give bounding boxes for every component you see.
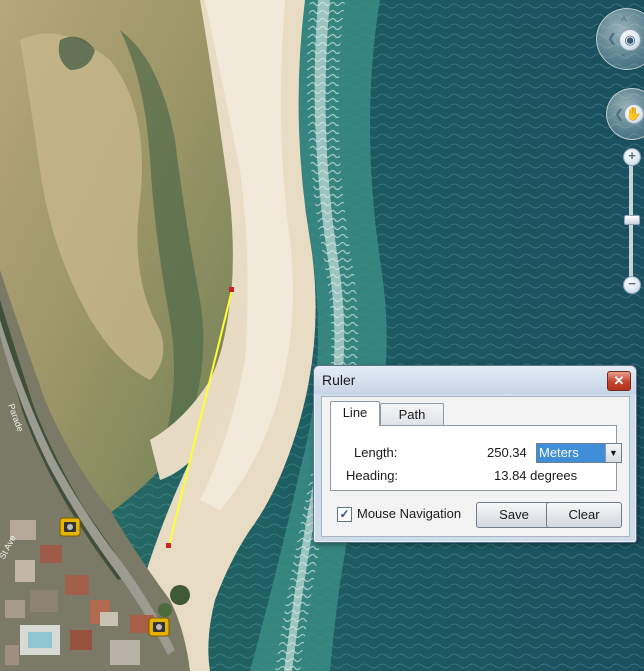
- length-unit-select[interactable]: Meters ▼: [536, 443, 622, 463]
- heading-value: 13.84 degrees: [494, 468, 578, 483]
- close-icon[interactable]: ✕: [607, 371, 631, 391]
- zoom-out-button[interactable]: −: [623, 276, 641, 294]
- zoom-thumb[interactable]: [624, 215, 640, 225]
- zoom-slider[interactable]: + −: [622, 148, 641, 296]
- ruler-title: Ruler: [322, 372, 356, 388]
- photo-marker-camera-icon[interactable]: [59, 517, 81, 537]
- look-left-arrow-icon[interactable]: ❮: [607, 32, 617, 44]
- eye-icon[interactable]: ◉: [619, 29, 641, 51]
- length-value: 250.34: [487, 445, 527, 460]
- clear-button[interactable]: Clear: [546, 502, 622, 528]
- measure-start-point: [229, 287, 234, 292]
- look-up-arrow-icon[interactable]: ^: [621, 15, 627, 27]
- ruler-titlebar[interactable]: Ruler ✕: [314, 366, 636, 394]
- satellite-map[interactable]: Parade St Ave: [0, 0, 644, 671]
- measure-end-point: [166, 543, 171, 548]
- mouse-navigation-label[interactable]: Mouse Navigation: [357, 506, 461, 521]
- ruler-body: Line Path Length: 250.34 Meters ▼ Headin…: [321, 396, 630, 537]
- look-down-arrow-icon[interactable]: ˇ: [621, 53, 625, 65]
- zoom-in-button[interactable]: +: [623, 148, 641, 166]
- tab-path[interactable]: Path: [380, 403, 444, 426]
- length-unit-value: Meters: [537, 444, 606, 462]
- line-tab-panel: Length: 250.34 Meters ▼ Heading: 13.84 d…: [330, 425, 622, 491]
- save-button[interactable]: Save: [476, 502, 552, 528]
- chevron-down-icon[interactable]: ▼: [605, 444, 621, 462]
- hand-icon[interactable]: ✋: [624, 104, 644, 124]
- heading-label: Heading:: [346, 468, 399, 483]
- photo-marker-camera-icon[interactable]: [148, 617, 170, 637]
- move-left-arrow-icon[interactable]: ❮: [614, 108, 624, 120]
- tab-line[interactable]: Line: [330, 401, 380, 426]
- length-label: Length:: [354, 445, 398, 460]
- ruler-dialog: Ruler ✕ Line Path Length: 250.34 Meters …: [313, 365, 637, 543]
- mouse-navigation-checkbox[interactable]: ✓: [337, 507, 352, 522]
